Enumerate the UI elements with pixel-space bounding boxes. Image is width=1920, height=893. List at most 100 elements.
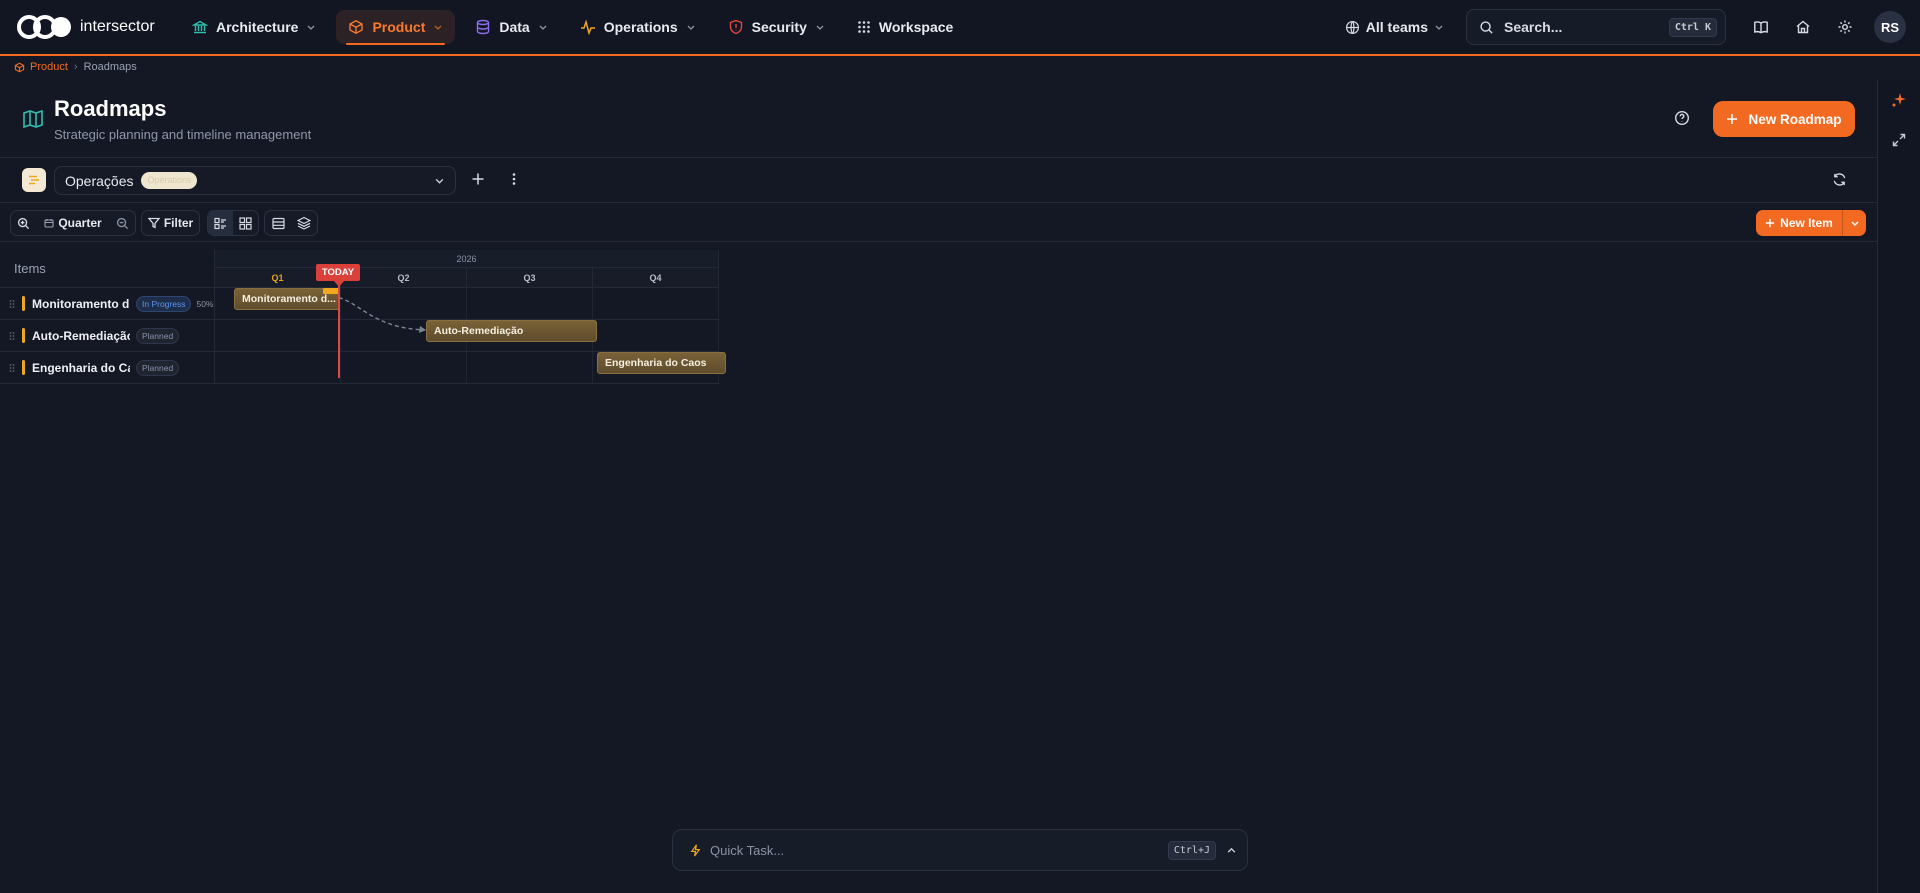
chevron-up-icon[interactable] [1226,845,1237,856]
filter-button[interactable]: Filter [141,210,200,236]
drag-handle-icon[interactable] [9,363,15,373]
page-title: Roadmaps [54,96,167,121]
new-item-label: New Item [1780,216,1833,230]
status-badge: Planned [136,327,180,344]
more-options-icon[interactable] [508,172,520,186]
quick-task-bar[interactable]: Quick Task... Ctrl+J [672,829,1248,871]
gantt-bar[interactable]: Auto-Remediação [426,320,597,342]
expand-button[interactable] [1878,120,1920,160]
item-name: Engenharia do Caos [32,360,130,375]
box-icon [348,19,364,35]
shield-icon [728,19,744,35]
layers-icon[interactable] [291,211,317,235]
nav-architecture[interactable]: Architecture [180,10,328,44]
database-icon [475,19,491,35]
bank-icon [192,19,208,35]
intersector-logo-icon [16,14,74,40]
search-shortcut: Ctrl K [1668,17,1717,37]
chevron-down-icon [538,22,548,32]
zoom-in-icon[interactable] [17,217,30,230]
drag-handle-icon[interactable] [9,299,15,309]
item-row[interactable]: Auto-Remediação Planned [0,320,215,352]
gantt-bar[interactable]: Engenharia do Caos [597,352,726,374]
filter-icon [147,217,160,229]
item-color-marker [22,328,25,343]
pulse-icon [580,19,596,35]
quarter-header-q3: Q3 [467,268,593,288]
drag-handle-icon[interactable] [9,331,15,341]
new-roadmap-label: New Roadmap [1748,111,1842,127]
chevron-down-icon [1434,22,1444,32]
nav-product[interactable]: Product [336,10,456,45]
chevron-down-icon [306,22,316,32]
grid-view-icon[interactable] [233,211,258,235]
lightning-icon [689,844,702,857]
top-navigation-bar: intersector Architecture Product Data Op… [0,0,1920,56]
table-layout-icon[interactable] [265,211,291,235]
nav-security[interactable]: Security [716,10,837,44]
breadcrumb: Product › Roadmaps [14,60,137,74]
breadcrumb-product[interactable]: Product [14,61,68,73]
new-item-button[interactable]: New Item [1756,210,1866,236]
refresh-icon[interactable] [1832,172,1847,187]
right-rail [1877,80,1920,893]
ai-assistant-button[interactable] [1878,80,1920,120]
item-name: Monitoramento d... [32,296,130,311]
chevron-right-icon: › [73,61,78,73]
item-progress: 50% [196,298,214,309]
chevron-down-icon [686,22,696,32]
quick-task-shortcut: Ctrl+J [1167,840,1216,860]
layout-toggle [264,210,318,236]
brand-name: intersector [80,18,155,35]
list-view-icon[interactable] [208,211,233,235]
sparkle-icon [1891,92,1907,108]
new-roadmap-button[interactable]: New Roadmap [1713,101,1855,137]
nav-workspace[interactable]: Workspace [845,10,965,44]
zoom-out-icon[interactable] [116,217,129,230]
status-badge: Planned [136,359,180,376]
book-icon [1753,19,1769,35]
item-row[interactable]: Monitoramento d... In Progress 50% [0,288,215,320]
globe-icon [1345,20,1360,35]
search-icon [1479,20,1494,35]
nav-workspace-label: Workspace [878,19,954,35]
user-avatar[interactable]: RS [1874,11,1906,43]
docs-button[interactable] [1740,0,1782,55]
global-search[interactable]: Search... Ctrl K [1466,9,1726,45]
gantt-toolbar: Quarter Filter New Item [0,204,1877,242]
item-name: Auto-Remediação [32,328,130,343]
plus-icon [1765,218,1775,228]
breadcrumb-current: Roadmaps [83,61,137,73]
roadmap-select[interactable]: Operações Operations [54,166,456,195]
items-column-header: Items [0,250,215,288]
help-icon[interactable] [1674,110,1690,126]
progress-marker [323,288,339,294]
roadmap-selector-row: Operações Operations [0,158,1877,203]
new-item-dropdown[interactable] [1842,210,1866,236]
gear-icon [1837,19,1853,35]
add-roadmap-button[interactable] [471,172,485,186]
nav-operations[interactable]: Operations [568,10,708,44]
roadmap-select-value: Operações [65,172,134,189]
home-button[interactable] [1782,0,1824,55]
item-color-marker [22,360,25,375]
quick-task-input[interactable]: Quick Task... [710,843,1168,858]
nav-data[interactable]: Data [463,10,559,44]
page-header: Roadmaps Strategic planning and timeline… [0,80,1877,158]
settings-button[interactable] [1824,0,1866,55]
main-nav: Architecture Product Data Operations Sec… [180,0,973,55]
nav-data-label: Data [499,19,530,35]
nav-security-label: Security [751,19,807,35]
top-right-controls: All teams Search... Ctrl K RS [1345,0,1920,55]
new-item-main[interactable]: New Item [1756,210,1842,236]
item-row[interactable]: Engenharia do Caos Planned [0,352,215,384]
grid-icon [857,20,871,34]
today-marker-arrow [334,281,344,287]
roadmap-category-badge: Operations [141,172,198,189]
item-color-marker [22,296,25,311]
search-placeholder: Search... [1504,19,1563,35]
dependency-connector [331,295,426,333]
brand-logo[interactable]: intersector [16,14,166,40]
team-selector[interactable]: All teams [1345,19,1444,35]
zoom-level-select[interactable]: Quarter [36,216,110,230]
